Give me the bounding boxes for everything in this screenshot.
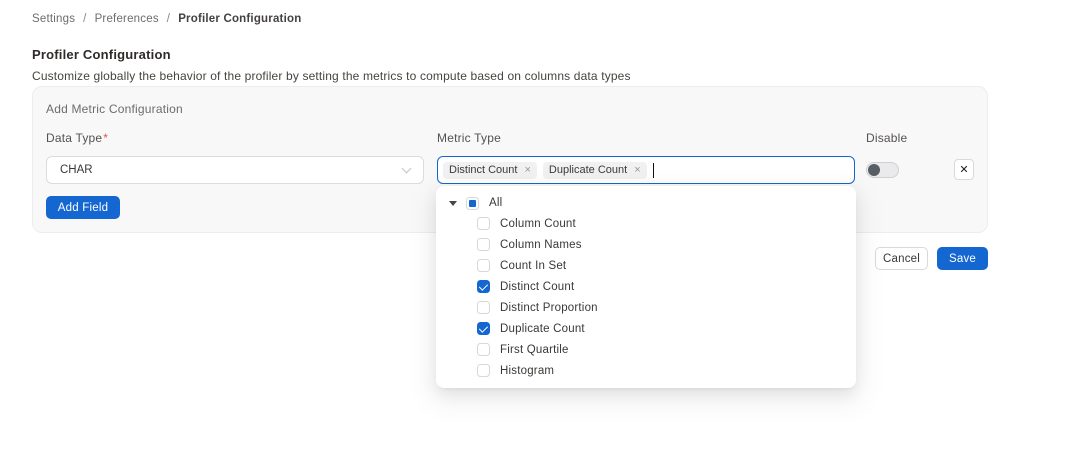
breadcrumb: Settings / Preferences / Profiler Configurat… xyxy=(32,13,301,25)
profiler-configuration-page: Settings / Preferences / Profiler Configurat… xyxy=(0,0,1072,450)
dropdown-option-label: First Quartile xyxy=(500,344,569,356)
select-all-label: All xyxy=(489,197,502,209)
checkbox-unchecked[interactable] xyxy=(477,217,490,230)
data-type-selected-value: CHAR xyxy=(60,164,93,176)
dropdown-option[interactable]: Duplicate Count xyxy=(436,318,856,339)
toggle-knob xyxy=(868,164,880,176)
save-button[interactable]: Save xyxy=(937,247,988,270)
dropdown-option-label: Column Names xyxy=(500,239,582,251)
data-type-select[interactable]: CHAR xyxy=(46,156,424,184)
dropdown-option[interactable]: Column Count xyxy=(436,213,856,234)
cancel-button[interactable]: Cancel xyxy=(875,247,928,270)
breadcrumb-separator: / xyxy=(167,13,170,25)
dropdown-option[interactable]: Distinct Count xyxy=(436,276,856,297)
tag-remove-icon[interactable]: × xyxy=(634,165,640,176)
dropdown-option[interactable]: Distinct Proportion xyxy=(436,297,856,318)
metric-tag-label: Distinct Count xyxy=(449,164,517,176)
dropdown-option-label: Column Count xyxy=(500,218,576,230)
panel-title: Add Metric Configuration xyxy=(46,102,183,116)
disable-toggle[interactable] xyxy=(866,162,899,178)
breadcrumb-item[interactable]: Preferences xyxy=(95,13,159,25)
required-asterisk: * xyxy=(103,131,108,145)
checkbox-checked[interactable] xyxy=(477,322,490,335)
dropdown-option[interactable]: Column Names xyxy=(436,234,856,255)
dropdown-select-all-row[interactable]: All xyxy=(436,193,856,213)
add-field-button[interactable]: Add Field xyxy=(46,196,120,219)
tree-expand-icon[interactable] xyxy=(449,201,457,206)
page-subtitle: Customize globally the behavior of the p… xyxy=(32,69,631,83)
dropdown-option-label: Count In Set xyxy=(500,260,566,272)
page-title: Profiler Configuration xyxy=(32,47,171,62)
checkbox-unchecked[interactable] xyxy=(477,259,490,272)
data-type-label-text: Data Type xyxy=(46,131,102,145)
checkbox-unchecked[interactable] xyxy=(477,301,490,314)
breadcrumb-separator: / xyxy=(83,13,86,25)
metric-type-label: Metric Type xyxy=(437,131,501,145)
metric-type-dropdown: All Column Count Column Names Count In Set… xyxy=(436,186,856,388)
checkbox-unchecked[interactable] xyxy=(477,343,490,356)
remove-row-button[interactable]: ✕ xyxy=(954,159,974,180)
breadcrumb-item[interactable]: Settings xyxy=(32,13,75,25)
chevron-down-icon xyxy=(402,163,412,173)
dropdown-option-label: Distinct Count xyxy=(500,281,574,293)
dropdown-option-label: Duplicate Count xyxy=(500,323,585,335)
metric-tag-label: Duplicate Count xyxy=(549,164,627,176)
checkbox-unchecked[interactable] xyxy=(477,238,490,251)
metric-tag: Distinct Count × xyxy=(443,162,537,179)
tag-remove-icon[interactable]: × xyxy=(524,165,530,176)
dropdown-option[interactable]: First Quartile xyxy=(436,339,856,360)
dropdown-option-label: Distinct Proportion xyxy=(500,302,598,314)
select-all-checkbox-indeterminate[interactable] xyxy=(466,197,479,210)
dropdown-option[interactable]: Histogram xyxy=(436,360,856,381)
checkbox-unchecked[interactable] xyxy=(477,364,490,377)
checkbox-checked[interactable] xyxy=(477,280,490,293)
metric-type-input[interactable]: Distinct Count × Duplicate Count × xyxy=(437,156,855,184)
metric-options-list: Column Count Column Names Count In Set Dist… xyxy=(436,213,856,381)
metric-tag: Duplicate Count × xyxy=(543,162,647,179)
dropdown-option-label: Histogram xyxy=(500,365,554,377)
breadcrumb-item[interactable]: Profiler Configuration xyxy=(178,13,301,25)
dropdown-option[interactable]: Count In Set xyxy=(436,255,856,276)
disable-label: Disable xyxy=(866,131,907,145)
text-cursor xyxy=(653,163,655,178)
data-type-label: Data Type* xyxy=(46,131,108,145)
